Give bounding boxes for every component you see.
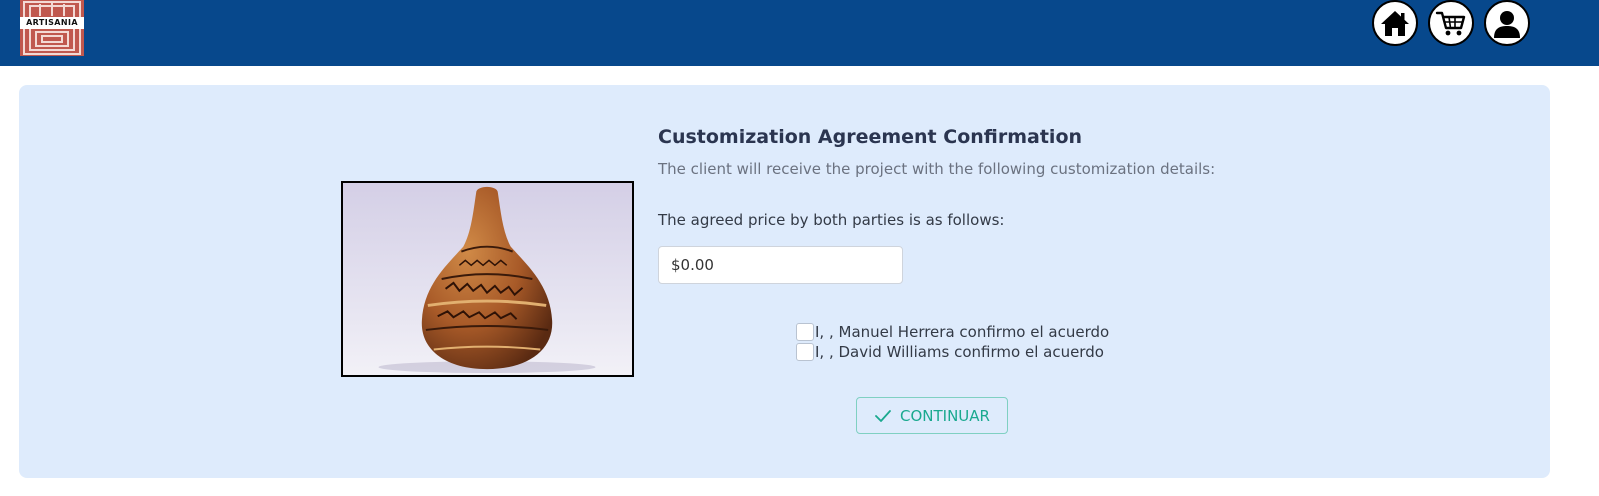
logo-text: ARTISANIA xyxy=(20,17,84,29)
price-label: The agreed price by both parties is as f… xyxy=(658,211,1005,229)
page-title: Customization Agreement Confirmation xyxy=(658,126,1083,148)
agreement-label-manuel: I, , Manuel Herrera confirmo el acuerdo xyxy=(815,323,1110,341)
agreement-checkboxes: I, , Manuel Herrera confirmo el acuerdo … xyxy=(796,322,1109,362)
continue-button[interactable]: CONTINUAR xyxy=(856,397,1008,434)
agreement-row-david[interactable]: I, , David Williams confirmo el acuerdo xyxy=(796,342,1109,362)
artisania-logo[interactable]: ARTISANIA xyxy=(20,0,84,56)
user-icon xyxy=(1494,11,1520,38)
product-image xyxy=(341,181,634,377)
checkbox-david[interactable] xyxy=(796,343,814,361)
check-icon xyxy=(875,409,891,422)
price-input[interactable] xyxy=(658,246,903,284)
agreement-row-manuel[interactable]: I, , Manuel Herrera confirmo el acuerdo xyxy=(796,322,1109,342)
continue-label: CONTINUAR xyxy=(900,406,990,425)
gourd-image xyxy=(378,186,596,374)
checkbox-manuel[interactable] xyxy=(796,323,814,341)
user-button[interactable] xyxy=(1484,0,1530,46)
agreement-label-david: I, , David Williams confirmo el acuerdo xyxy=(815,343,1104,361)
home-icon xyxy=(1381,11,1409,36)
home-button[interactable] xyxy=(1372,0,1418,46)
cart-icon xyxy=(1435,11,1466,36)
cart-button[interactable] xyxy=(1428,0,1474,46)
page-subtitle: The client will receive the project with… xyxy=(658,160,1216,178)
nav-icons xyxy=(1372,0,1530,50)
top-navbar: ARTISANIA xyxy=(0,0,1599,66)
